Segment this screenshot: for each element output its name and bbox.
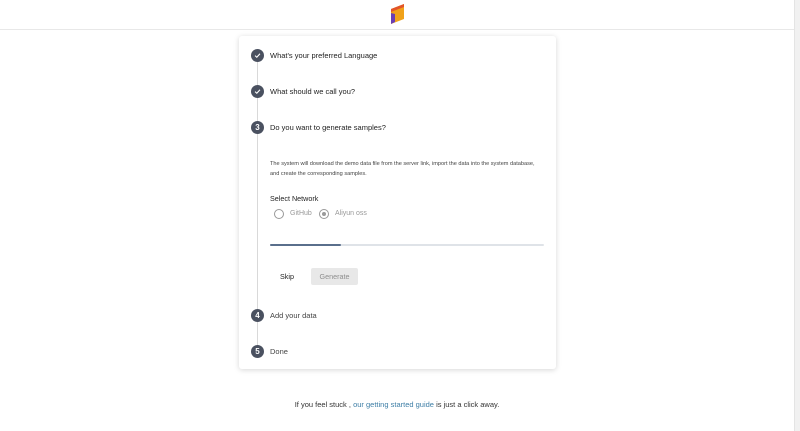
bookmark-logo-icon[interactable] [388,3,408,27]
step-samples[interactable]: 3 Do you want to generate samples? [251,121,541,135]
top-bar [0,0,794,30]
step-name[interactable]: What should we call you? [251,85,541,99]
step-title: What should we call you? [270,87,356,96]
step-done[interactable]: 5 Done [251,345,541,359]
footer-help-text: If you feel stuck , our getting started … [0,400,794,409]
getting-started-guide-link[interactable]: our getting started guide [353,400,434,409]
radio-aliyun-oss[interactable]: Aliyun oss [319,208,367,219]
step-number-badge: 5 [251,345,264,358]
footer-suffix: is just a click away. [436,400,500,409]
radio-github[interactable]: GitHub [274,208,312,219]
step-complete-badge [251,49,264,62]
onboarding-card: What's your preferred Language What shou… [239,36,556,369]
checkmark-icon [254,89,261,95]
footer-prefix: If you feel stuck , [294,400,351,409]
radio-circle[interactable] [274,208,284,219]
step-language[interactable]: What's your preferred Language [251,49,541,63]
step-complete-badge [251,85,264,98]
step-connector-line [257,56,258,352]
step-title: Done [270,347,288,356]
step-number-badge: 3 [251,121,264,134]
checkmark-icon [254,53,261,59]
generate-button[interactable]: Generate [311,268,358,285]
page-scrollbar[interactable] [794,0,800,431]
download-progress-bar [270,244,544,246]
skip-button[interactable]: Skip [273,268,301,285]
step-title: What's your preferred Language [270,51,378,60]
step-number-badge: 4 [251,309,264,322]
radio-label: Aliyun oss [335,210,367,217]
samples-description: The system will download the demo data f… [270,161,535,177]
select-network-label: Select Network [270,194,319,203]
step-add-data[interactable]: 4 Add your data [251,309,541,323]
radio-label: GitHub [290,210,312,217]
step-title: Do you want to generate samples? [270,123,386,132]
progress-fill [270,244,342,246]
radio-circle[interactable] [319,208,329,219]
step-title: Add your data [270,311,317,320]
